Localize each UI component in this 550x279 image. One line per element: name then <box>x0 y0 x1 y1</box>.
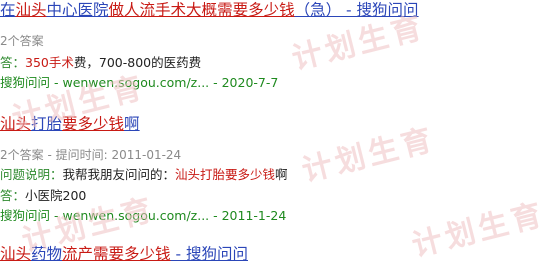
title-1-seg-4: 需要多少钱 <box>217 1 295 19</box>
answer-highlight: 350手术 <box>25 55 74 70</box>
title-2-seg-2: 要多少钱 <box>62 115 125 133</box>
question-text-after: 啊 <box>275 167 288 182</box>
answer-label: 答： <box>0 188 26 203</box>
url-site: 搜狗问问 <box>0 75 51 90</box>
url-site: 搜狗问问 <box>0 208 51 223</box>
title-1-seg-0: 在 <box>0 1 16 19</box>
result-title-2[interactable]: 汕头打胎要多少钱啊 <box>0 114 140 134</box>
url-path: - wenwen.sogou.com/z... - 2011-1-24 <box>50 208 287 223</box>
watermark-3: 计划生育 <box>298 121 440 189</box>
title-3-seg-0: 汕头 <box>0 245 32 263</box>
result-1-snippet: 答：350手术费，700-800的医药费 <box>0 54 419 72</box>
result-2-snippet: 答：小医院200 <box>0 187 288 205</box>
result-1-url[interactable]: 搜狗问问 - wenwen.sogou.com/z... - 2020-7-7 <box>0 74 419 92</box>
result-3: 汕头药物流产需要多少钱 - 搜狗问问 <box>0 244 248 264</box>
title-3-seg-1: 药物 <box>31 245 63 263</box>
title-2-seg-0: 汕头 <box>0 115 32 133</box>
result-title-1[interactable]: 在汕头中心医院做人流手术大概需要多少钱（急） - 搜狗问问 <box>0 0 419 20</box>
answer-text: 小医院200 <box>25 188 87 203</box>
title-2-seg-3: 啊 <box>124 115 140 133</box>
question-label: 问题说明： <box>0 167 63 182</box>
title-3-seg-3: - 搜狗问问 <box>170 245 248 263</box>
question-text-before: 我帮我朋友问问的： <box>62 167 176 182</box>
url-path: - wenwen.sogou.com/z... - 2020-7-7 <box>50 75 279 90</box>
title-1-seg-5: （急） - 搜狗问问 <box>294 1 419 19</box>
answer-text: 费，700-800的医药费 <box>73 55 202 70</box>
watermark-5: 计划生育 <box>408 196 550 264</box>
answer-label: 答： <box>0 55 26 70</box>
title-1-seg-1: 汕头 <box>15 1 47 19</box>
title-1-seg-2: 中心医院 <box>46 1 109 19</box>
result-2-url[interactable]: 搜狗问问 - wenwen.sogou.com/z... - 2011-1-24 <box>0 207 288 225</box>
title-2-seg-1: 打胎 <box>31 115 63 133</box>
result-2-question: 问题说明：我帮我朋友问问的：汕头打胎要多少钱啊 <box>0 166 288 184</box>
result-2: 汕头打胎要多少钱啊 2个答案 - 提问时间: 2011-01-24 问题说明：我… <box>0 114 288 225</box>
result-2-meta: 2个答案 - 提问时间: 2011-01-24 <box>0 148 182 162</box>
title-3-seg-2: 流产需要多少钱 <box>62 245 171 263</box>
result-1-meta: 2个答案 <box>0 34 44 48</box>
question-highlight: 汕头打胎要多少钱 <box>175 167 276 182</box>
title-1-seg-3: 做人流手术大概 <box>108 1 218 19</box>
result-1: 在汕头中心医院做人流手术大概需要多少钱（急） - 搜狗问问 2个答案 答：350… <box>0 0 419 92</box>
result-title-3[interactable]: 汕头药物流产需要多少钱 - 搜狗问问 <box>0 244 248 264</box>
